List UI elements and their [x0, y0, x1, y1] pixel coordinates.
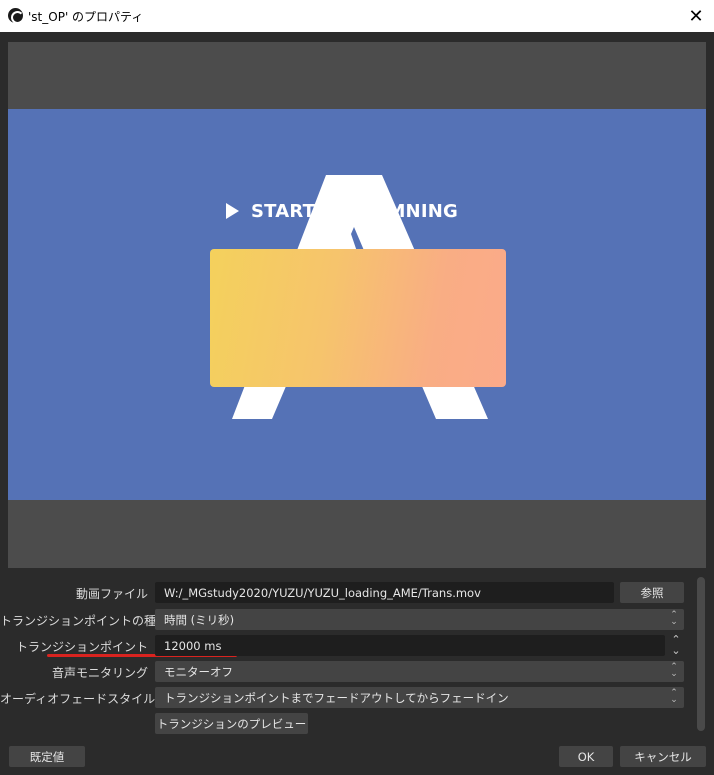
transition-point-input[interactable]: 12000 ms — [155, 635, 665, 656]
audio-fade-style-select[interactable]: トランジションポイントまでフェードアウトしてからフェードイン ⌃ ⌄ — [155, 687, 684, 708]
browse-button[interactable]: 参照 — [620, 582, 684, 603]
close-icon[interactable]: ✕ — [678, 0, 714, 32]
scrollbar-thumb[interactable] — [697, 577, 705, 731]
play-icon — [226, 203, 239, 219]
audio-fade-style-value: トランジションポイントまでフェードアウトしてからフェードイン — [164, 690, 509, 705]
start-text-part2: STREAMNING — [321, 200, 458, 222]
title-bar: 'st_OP' のプロパティ ✕ — [0, 0, 714, 32]
ok-button[interactable]: OK — [559, 746, 613, 767]
start-streaming-card — [210, 249, 506, 387]
start-streaming-text: START STREAMNING — [226, 199, 496, 223]
spin-arrows-icon: ⌃ ⌄ — [670, 688, 678, 705]
obs-icon — [8, 8, 24, 24]
spin-arrows-icon: ⌃ ⌄ — [670, 662, 678, 679]
audio-monitoring-select[interactable]: モニターオフ ⌃ ⌄ — [155, 661, 684, 682]
media-file-input[interactable]: W:/_MGstudy2020/YUZU/YUZU_loading_AME/Tr… — [155, 582, 614, 603]
transition-point-type-select[interactable]: 時間 (ミリ秒) ⌃ ⌄ — [155, 609, 684, 630]
transition-point-stepper[interactable]: ⌃ ⌄ — [667, 634, 685, 656]
transition-point-type-value: 時間 (ミリ秒) — [164, 612, 235, 627]
audio-fade-style-label: オーディオフェードスタイル — [0, 692, 156, 706]
spin-arrows-icon: ⌃ ⌄ — [670, 610, 678, 627]
transition-point-value: 12000 ms — [164, 638, 222, 653]
audio-monitoring-label: 音声モニタリング — [51, 666, 148, 680]
stepper-down-icon[interactable]: ⌄ — [667, 645, 685, 656]
window-title: 'st_OP' のプロパティ — [28, 10, 144, 24]
video-preview — [8, 109, 706, 500]
cancel-button[interactable]: キャンセル — [620, 746, 706, 767]
defaults-button[interactable]: 既定値 — [9, 746, 85, 767]
audio-monitoring-value: モニターオフ — [164, 664, 233, 679]
start-text-part1: START — [251, 200, 316, 222]
media-file-label: 動画ファイル — [75, 587, 148, 601]
transition-point-label: トランジションポイント — [15, 640, 148, 654]
transition-point-type-label: トランジションポイントの種類 — [0, 614, 169, 628]
preview-transition-button[interactable]: トランジションのプレビュー — [155, 713, 308, 734]
properties-scrollbar[interactable] — [696, 575, 706, 735]
